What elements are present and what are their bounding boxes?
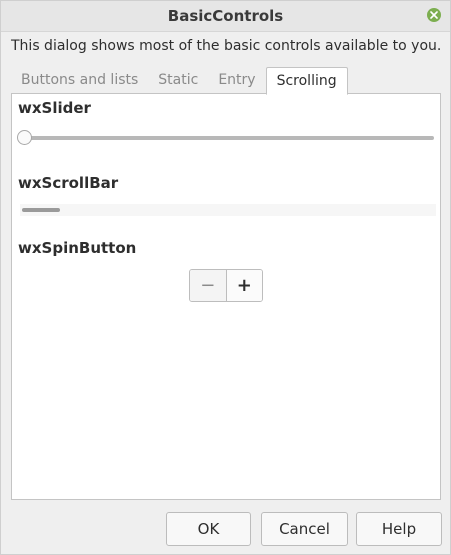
spinbutton-label: wxSpinButton <box>18 239 137 257</box>
scrollbar-label: wxScrollBar <box>18 174 119 192</box>
spin-increment-button[interactable]: + <box>226 270 262 301</box>
intro-text: This dialog shows most of the basic cont… <box>11 38 442 54</box>
scrollbar-trough[interactable] <box>20 204 436 216</box>
tab-bar: Buttons and lists Static Entry Scrolling <box>11 67 348 95</box>
spin-button: − + <box>189 269 263 302</box>
dialog-window: BasicControls This dialog shows most of … <box>0 0 451 555</box>
close-button[interactable] <box>427 8 441 22</box>
tab-static[interactable]: Static <box>148 68 208 93</box>
cancel-button[interactable]: Cancel <box>261 512 348 546</box>
ok-button[interactable]: OK <box>166 512 251 546</box>
tab-entry[interactable]: Entry <box>208 68 265 93</box>
scrollbar-thumb[interactable] <box>22 208 60 212</box>
close-icon <box>430 11 438 19</box>
title-bar: BasicControls <box>1 1 450 32</box>
slider-track[interactable] <box>22 136 434 140</box>
window-title: BasicControls <box>167 7 284 25</box>
spin-decrement-button[interactable]: − <box>190 270 227 301</box>
scrolling-panel: wxSlider wxScrollBar wxSpinButton − + <box>11 93 441 500</box>
tab-buttons-and-lists[interactable]: Buttons and lists <box>11 68 148 93</box>
tab-scrolling[interactable]: Scrolling <box>265 67 348 95</box>
help-button[interactable]: Help <box>356 512 442 546</box>
slider-handle[interactable] <box>17 130 32 145</box>
slider-label: wxSlider <box>18 99 91 117</box>
